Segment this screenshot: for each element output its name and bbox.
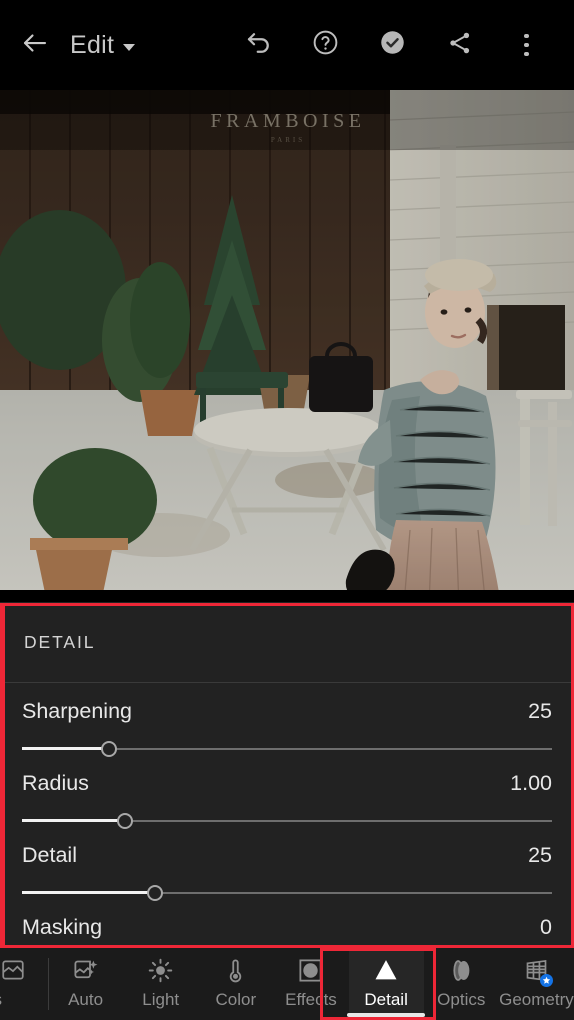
slider-label: Detail (22, 843, 77, 867)
perspective-grid-icon (523, 955, 553, 987)
photo-illustration: FRAMBOISE PARIS (0, 90, 574, 590)
slider-label-row: Radius 1.00 (22, 755, 552, 796)
slider-list: Sharpening 25 Radius 1.00 Detail 25 Masking 0 (0, 683, 574, 944)
toolbar-tab-effects[interactable]: Effects (273, 948, 348, 1020)
toolbar-tab-es[interactable]: es (0, 948, 48, 1020)
arrow-left-icon (20, 28, 50, 63)
auto-magic-image-icon (72, 955, 99, 985)
back-button[interactable] (0, 28, 70, 63)
active-tab-indicator (347, 1013, 426, 1017)
share-button[interactable] (426, 15, 493, 75)
toolbar-tab-optics[interactable]: Optics (424, 948, 499, 1020)
check-circle-filled-icon (378, 28, 407, 62)
toolbar-tab-label: Auto (68, 990, 104, 1009)
toolbar-divider (48, 958, 49, 1010)
triangle-up-icon (371, 955, 401, 985)
photo-preview[interactable]: FRAMBOISE PARIS (0, 90, 574, 590)
slider-track-fill (22, 891, 155, 894)
edit-title-dropdown[interactable]: Edit (70, 30, 136, 60)
panel-header: DETAIL (0, 602, 574, 683)
slider-label: Masking (22, 915, 103, 939)
slider-value: 0 (540, 915, 552, 939)
vignette-square-icon (297, 955, 324, 985)
page-title: Edit (70, 30, 115, 59)
slider-track-fill (22, 819, 126, 822)
slider-label-row: Detail 25 (22, 827, 552, 868)
detail-panel: DETAIL Sharpening 25 Radius 1.00 Detail 25 Mas… (0, 602, 574, 950)
done-button[interactable] (359, 15, 426, 75)
three-dots-vertical-icon (524, 33, 529, 57)
lens-icon (448, 955, 475, 985)
toolbar-tab-label: Optics (437, 990, 486, 1009)
bottom-toolbar: es Auto Light Color Effects Detail Optics Geome… (0, 948, 574, 1020)
share-nodes-icon (446, 29, 474, 62)
slider-row-radius[interactable]: Radius 1.00 (0, 755, 574, 829)
sun-icon (147, 955, 174, 985)
slider-label-row: Masking 0 (22, 899, 552, 940)
slider-row-sharpening[interactable]: Sharpening 25 (0, 683, 574, 757)
more-button[interactable] (493, 15, 560, 75)
toolbar-tab-label: Geometry (499, 990, 574, 1009)
undo-button[interactable] (225, 15, 292, 75)
panel-title: DETAIL (24, 631, 96, 652)
toolbar-tab-light[interactable]: Light (123, 948, 198, 1020)
chevron-down-icon (123, 43, 136, 51)
slider-row-detail[interactable]: Detail 25 (0, 827, 574, 901)
toolbar-tab-label: Light (142, 990, 180, 1009)
toolbar-tab-detail[interactable]: Detail (347, 948, 426, 1020)
toolbar-tab-label: es (0, 990, 2, 1010)
topbar-actions (225, 15, 574, 75)
toolbar-tab-geometry[interactable]: Geometry (499, 948, 574, 1020)
toolbar-tab-color[interactable]: Color (198, 948, 273, 1020)
thermometer-icon (222, 955, 249, 985)
help-button[interactable] (292, 15, 359, 75)
undo-arrow-icon (244, 28, 274, 63)
toolbar-tab-label: Color (215, 990, 257, 1009)
toolbar-tab-auto[interactable]: Auto (48, 948, 123, 1020)
toolbar-tab-label: Detail (364, 990, 408, 1009)
slider-value: 25 (528, 843, 552, 867)
slider-label: Radius (22, 771, 89, 795)
slider-row-masking[interactable]: Masking 0 (0, 899, 574, 944)
question-circle-icon (311, 28, 340, 62)
top-app-bar: Edit (0, 0, 574, 90)
toolbar-tab-label: Effects (285, 990, 337, 1009)
lightroom-edit-screen: Edit FRAMBOISE PARIS DETAIL Sharpening 2… (0, 0, 574, 1020)
slider-label-row: Sharpening 25 (22, 683, 552, 724)
slider-track-fill (22, 747, 110, 750)
slider-value: 25 (528, 699, 552, 723)
star-badge (539, 974, 553, 987)
slider-label: Sharpening (22, 699, 132, 723)
presets-icon (0, 955, 26, 985)
slider-value: 1.00 (510, 771, 552, 795)
